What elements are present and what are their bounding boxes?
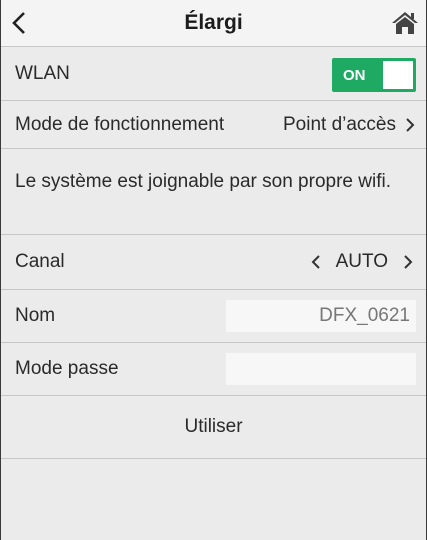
wlan-label: WLAN <box>15 62 70 84</box>
wlan-row: WLAN ON <box>1 47 426 101</box>
nom-label: Nom <box>15 305 56 326</box>
chevron-right-icon <box>404 255 413 269</box>
back-button[interactable] <box>9 10 31 36</box>
password-label: Mode passe <box>15 358 119 379</box>
canal-label: Canal <box>15 251 65 272</box>
screen: Élargi WLAN ON Mode de fonctionnement Po… <box>0 0 427 540</box>
mode-selector[interactable]: Point d’accès <box>283 114 416 136</box>
mode-value: Point d’accès <box>282 113 396 135</box>
info-text: Le système est joignable par son propre … <box>15 171 391 192</box>
canal-prev-button[interactable] <box>310 253 322 271</box>
canal-row: Canal AUTO <box>1 235 426 290</box>
info-row: Le système est joignable par son propre … <box>1 149 426 235</box>
use-button[interactable]: Utiliser <box>184 416 242 438</box>
mode-row[interactable]: Mode de fonctionnement Point d’accès <box>1 101 426 149</box>
canal-selector: AUTO <box>310 251 414 273</box>
header-bar: Élargi <box>1 0 426 47</box>
home-button[interactable] <box>390 10 420 36</box>
canal-next-button[interactable] <box>402 253 414 271</box>
canal-value: AUTO <box>335 251 388 272</box>
chevron-left-icon <box>311 255 320 269</box>
mode-label: Mode de fonctionnement <box>15 113 225 135</box>
password-input[interactable] <box>226 353 416 385</box>
nom-input[interactable] <box>226 300 416 332</box>
wlan-toggle[interactable]: ON <box>332 58 416 92</box>
toggle-knob <box>383 61 413 89</box>
home-icon <box>392 12 418 34</box>
nom-row: Nom <box>1 290 426 343</box>
chevron-left-icon <box>12 12 25 34</box>
chevron-right-icon <box>406 117 415 132</box>
toggle-state-label: ON <box>343 67 366 84</box>
password-row: Mode passe <box>1 343 426 396</box>
use-row: Utiliser <box>1 396 426 459</box>
page-title: Élargi <box>184 11 243 34</box>
